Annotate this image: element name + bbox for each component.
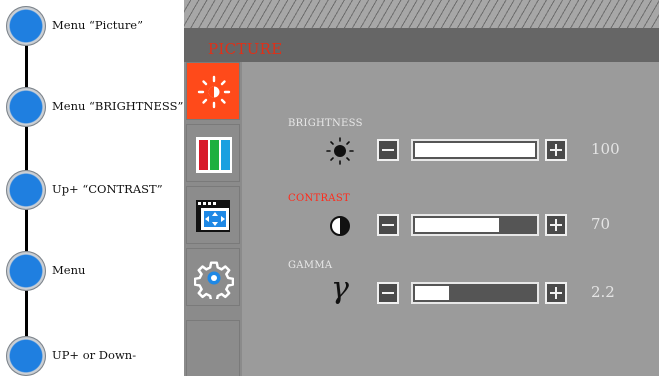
step-label: Up+ “CONTRAST”	[52, 182, 163, 196]
settings-gear-icon	[194, 261, 234, 299]
gamma-icon: γ	[331, 271, 349, 306]
step-1: Menu “Picture”	[0, 0, 184, 56]
step-4: Menu	[0, 245, 184, 301]
round-button-icon[interactable]	[6, 251, 46, 291]
color-bars-icon	[196, 137, 232, 173]
gamma-increase-button[interactable]	[545, 282, 567, 304]
step-label: Menu	[52, 263, 86, 277]
gamma-label: GAMMA	[288, 260, 333, 271]
brightness-slider-fill	[415, 143, 535, 157]
osd-settings-panel: BRIGHTNESS 100 CONTRAST 70 GAMMA γ 2.2	[242, 62, 659, 376]
step-3: Up+ “CONTRAST”	[0, 164, 184, 220]
image-size-icon	[196, 200, 230, 232]
round-button-icon[interactable]	[6, 6, 46, 46]
step-5: UP+ or Down-	[0, 330, 184, 376]
contrast-slider-fill	[415, 218, 499, 232]
gamma-decrease-button[interactable]	[377, 282, 399, 304]
tab-color[interactable]	[186, 124, 240, 182]
brightness-value: 100	[591, 140, 620, 158]
contrast-increase-button[interactable]	[545, 214, 567, 236]
sun-icon	[326, 137, 354, 165]
tab-blank[interactable]	[186, 320, 240, 376]
gamma-slider[interactable]	[411, 282, 539, 304]
gamma-value: 2.2	[591, 283, 615, 301]
brightness-decrease-button[interactable]	[377, 139, 399, 161]
step-label: UP+ or Down-	[52, 348, 137, 362]
brightness-slider[interactable]	[411, 139, 539, 161]
instruction-rail: Menu “Picture” Menu “BRIGHTNESS” Up+ “CO…	[0, 0, 184, 376]
contrast-decrease-button[interactable]	[377, 214, 399, 236]
osd-title: PICTURE	[208, 40, 283, 58]
step-label: Menu “BRIGHTNESS”	[52, 99, 184, 113]
step-2: Menu “BRIGHTNESS”	[0, 81, 184, 137]
step-label: Menu “Picture”	[52, 18, 143, 32]
round-button-icon[interactable]	[6, 336, 46, 376]
round-button-icon[interactable]	[6, 87, 46, 127]
brightness-increase-button[interactable]	[545, 139, 567, 161]
tab-image[interactable]	[186, 186, 240, 244]
gamma-slider-fill	[415, 286, 449, 300]
contrast-slider[interactable]	[411, 214, 539, 236]
tab-settings[interactable]	[186, 248, 240, 306]
osd-tab-strip	[184, 62, 242, 376]
half-circle-contrast-icon	[330, 216, 350, 236]
round-button-icon[interactable]	[6, 170, 46, 210]
brightness-sun-icon	[197, 75, 231, 109]
osd-menu: PICTURE BRIGHTNESS 100 CONTRAST 70 GAMMA…	[184, 0, 659, 376]
contrast-label: CONTRAST	[288, 193, 350, 204]
contrast-value: 70	[591, 215, 611, 233]
brightness-label: BRIGHTNESS	[288, 118, 363, 129]
tab-brightness[interactable]	[186, 62, 240, 120]
